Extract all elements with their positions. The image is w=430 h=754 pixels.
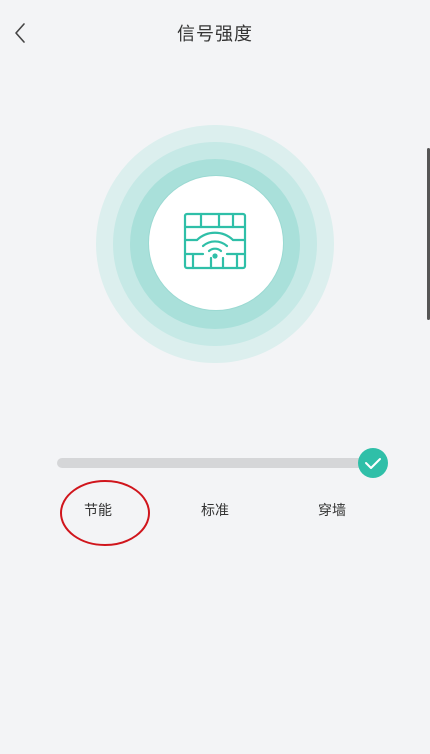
annotation-circle xyxy=(60,480,150,546)
slider-thumb[interactable] xyxy=(358,448,388,478)
option-standard[interactable]: 标准 xyxy=(201,500,229,520)
check-icon xyxy=(365,458,381,469)
wifi-firewall-icon xyxy=(183,212,247,270)
option-wall-penetration[interactable]: 穿墙 xyxy=(318,500,346,520)
page-title: 信号强度 xyxy=(177,24,253,45)
signal-strength-slider[interactable] xyxy=(57,458,375,468)
header: 信号强度 xyxy=(0,0,430,66)
